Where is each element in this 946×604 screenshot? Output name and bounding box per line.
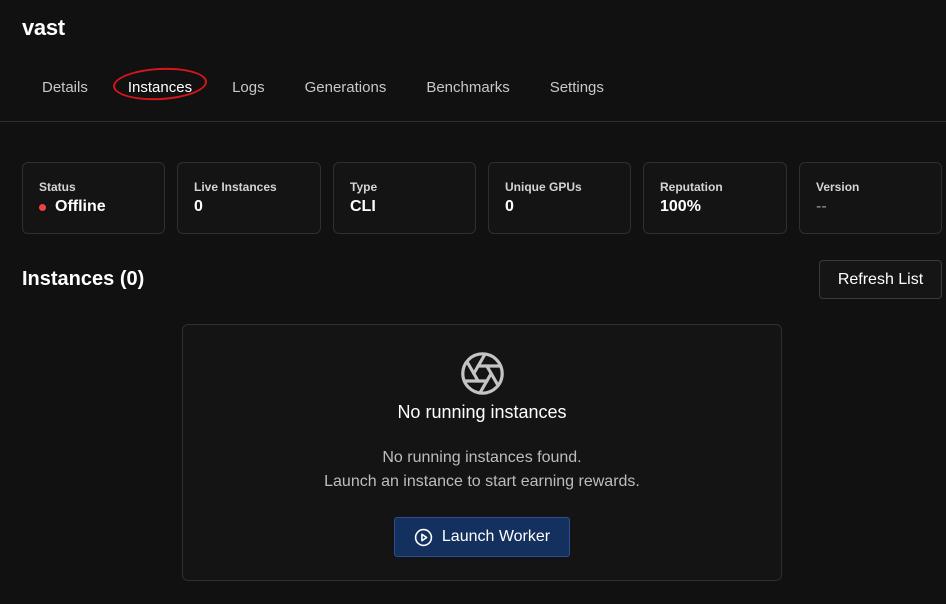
stat-label: Live Instances (194, 180, 277, 194)
empty-state-hint: Launch an instance to start earning rewa… (324, 473, 640, 490)
tab-benchmarks[interactable]: Benchmarks (406, 71, 529, 104)
empty-state-title: No running instances (397, 402, 567, 422)
stat-label: Unique GPUs (505, 180, 582, 194)
stat-label: Status (39, 180, 76, 194)
app-title: vast (22, 15, 65, 40)
refresh-list-button[interactable]: Refresh List (819, 260, 942, 299)
stat-value: -- (816, 198, 827, 215)
stat-label: Reputation (660, 180, 723, 194)
stat-label: Type (350, 180, 378, 194)
tab-details[interactable]: Details (22, 71, 108, 104)
tab-settings[interactable]: Settings (530, 71, 624, 104)
instances-title: Instances (0) (22, 268, 145, 290)
stat-value: CLI (350, 198, 376, 215)
worker-page: vast Details Instances Logs Generations … (0, 0, 946, 604)
tab-label: Logs (232, 78, 265, 96)
tab-label: Generations (304, 78, 387, 96)
stat-value: 100% (660, 198, 701, 215)
aperture-icon (461, 352, 504, 395)
header-divider (0, 121, 946, 122)
launch-worker-label: Launch Worker (441, 528, 551, 545)
stat-card-status: Status Offline (22, 162, 165, 234)
tab-label: Settings (549, 78, 604, 96)
stat-card-version: Version -- (799, 162, 942, 234)
tab-logs[interactable]: Logs (212, 71, 285, 104)
play-circle-icon (414, 528, 433, 546)
stat-label: Version (816, 180, 860, 194)
tab-label: Instances (127, 78, 193, 96)
stat-card-unique-gpus: Unique GPUs 0 (488, 162, 631, 234)
stat-value: 0 (194, 198, 203, 215)
empty-state-message: No running instances found. (382, 449, 582, 466)
tab-bar: Details Instances Logs Generations Bench… (22, 65, 624, 104)
stat-value: 0 (505, 198, 514, 215)
status-text: Offline (55, 198, 106, 215)
tab-generations[interactable]: Generations (285, 71, 407, 104)
stat-card-type: Type CLI (333, 162, 476, 234)
stat-card-reputation: Reputation 100% (643, 162, 787, 234)
status-dot-icon (39, 203, 46, 211)
launch-worker-button[interactable]: Launch Worker (394, 517, 570, 557)
tab-label: Details (42, 78, 88, 96)
tab-label: Benchmarks (426, 78, 510, 96)
stat-card-live-instances: Live Instances 0 (177, 162, 321, 234)
tab-instances[interactable]: Instances (108, 65, 212, 104)
empty-state-card: No running instances No running instance… (182, 324, 782, 581)
stat-value: Offline (39, 198, 148, 216)
